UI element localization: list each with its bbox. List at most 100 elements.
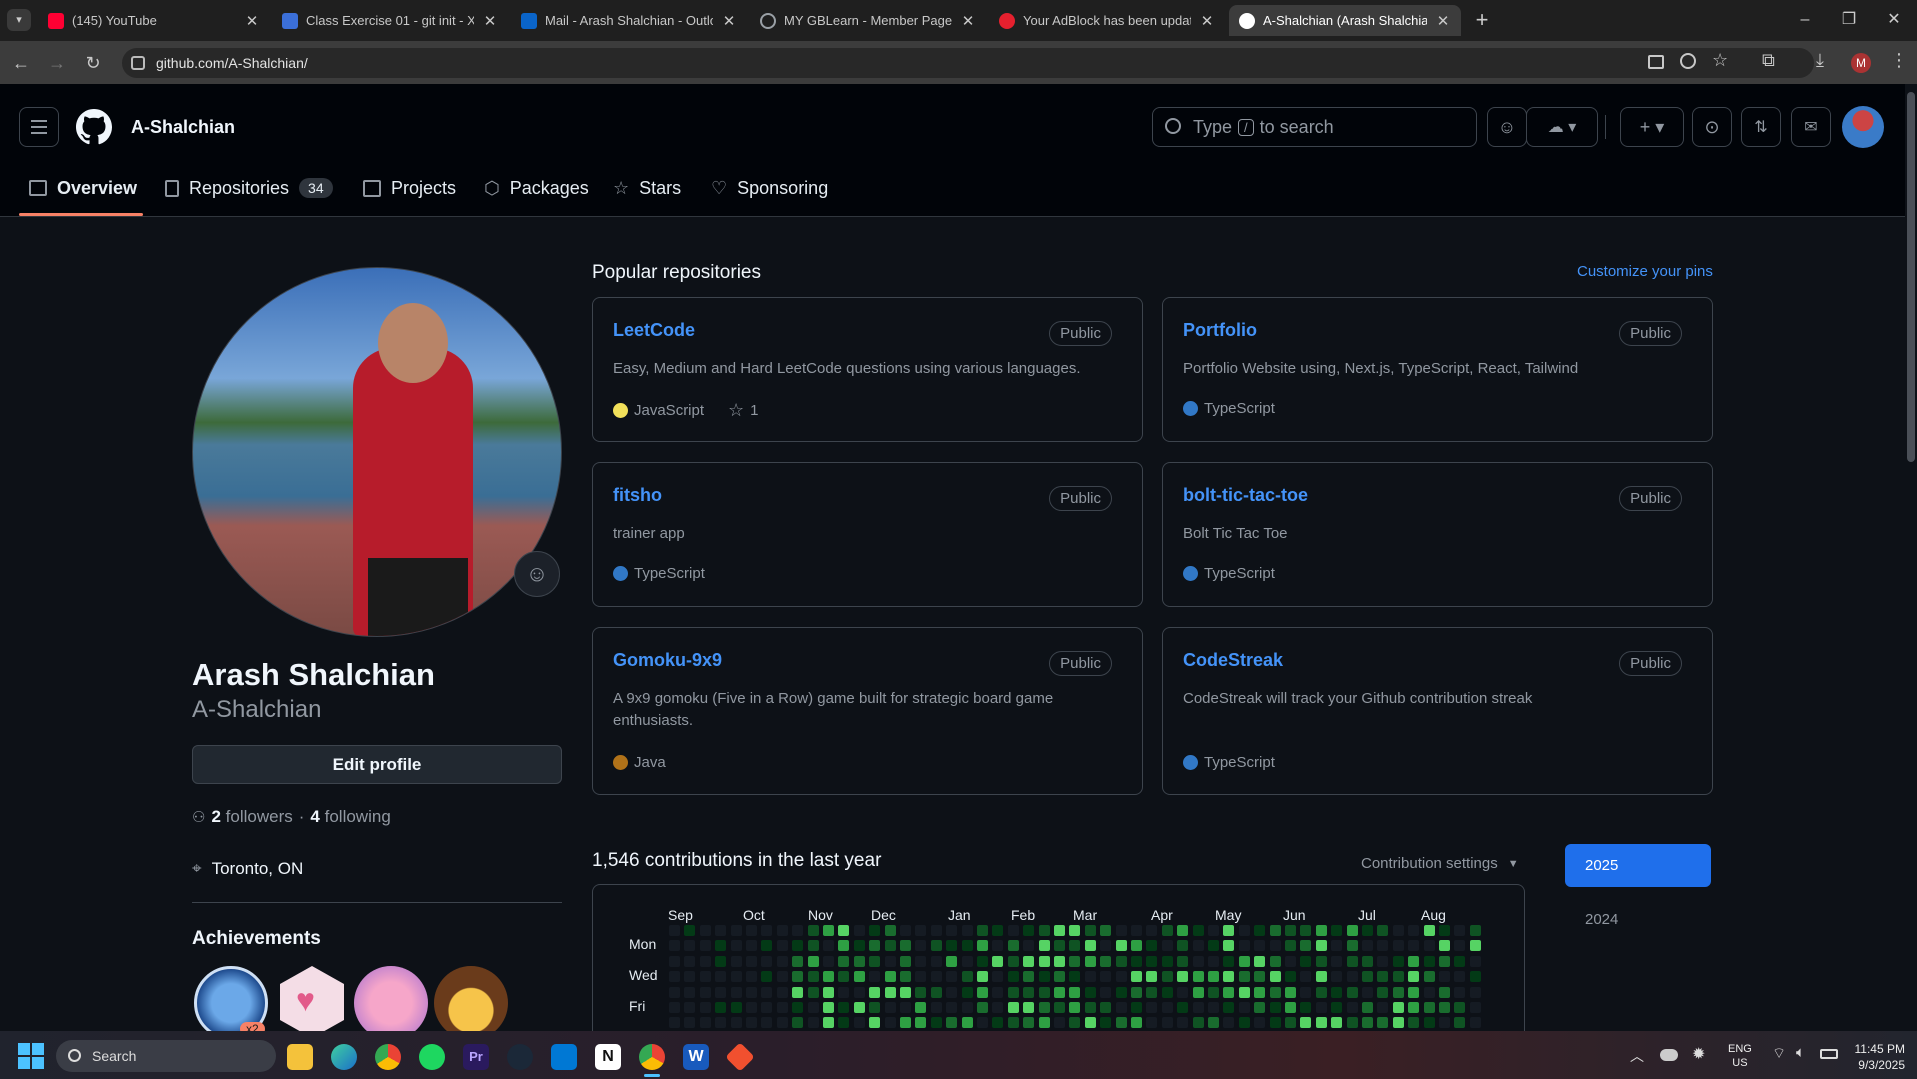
contribution-day-cell[interactable]	[1177, 940, 1189, 952]
contribution-day-cell[interactable]	[746, 925, 757, 936]
profile-photo[interactable]	[192, 267, 562, 637]
tab-packages[interactable]: ⬡ Packages	[484, 176, 589, 200]
achievement-cowboy-icon[interactable]	[434, 966, 508, 1040]
contribution-day-cell[interactable]	[838, 940, 850, 952]
contribution-day-cell[interactable]	[792, 925, 804, 936]
contribution-day-cell[interactable]	[823, 955, 834, 967]
contribution-day-cell[interactable]	[1439, 1017, 1450, 1029]
contribution-day-cell[interactable]	[1192, 1017, 1204, 1029]
browser-tab-xlis[interactable]: Class Exercise 01 - git init - XLIS ✕	[272, 5, 508, 36]
contribution-day-cell[interactable]	[699, 986, 711, 998]
browser-tab-gblearn[interactable]: MY GBLearn - Member Page ✕	[750, 5, 986, 36]
contribution-day-cell[interactable]	[1223, 971, 1235, 983]
contribution-day-cell[interactable]	[1315, 986, 1327, 998]
contribution-day-cell[interactable]	[1315, 971, 1327, 983]
contribution-day-cell[interactable]	[1115, 1017, 1127, 1029]
contribution-day-cell[interactable]	[1392, 925, 1404, 936]
contribution-day-cell[interactable]	[1177, 1017, 1189, 1029]
contribution-day-cell[interactable]	[746, 955, 757, 967]
contribution-day-cell[interactable]	[1023, 940, 1035, 952]
user-avatar-button[interactable]	[1842, 106, 1884, 148]
contribution-day-cell[interactable]	[946, 1017, 958, 1029]
tab-stars[interactable]: ☆ Stars	[613, 176, 681, 200]
spotify-icon[interactable]	[419, 1044, 445, 1070]
contribution-day-cell[interactable]	[1454, 955, 1466, 967]
contribution-day-cell[interactable]	[699, 925, 711, 936]
contribution-day-cell[interactable]	[684, 925, 696, 936]
contribution-day-cell[interactable]	[853, 986, 865, 998]
contribution-day-cell[interactable]	[761, 955, 773, 967]
contribution-day-cell[interactable]	[1192, 940, 1204, 952]
profile-avatar[interactable]: M	[1851, 53, 1871, 73]
contribution-day-cell[interactable]	[1007, 1002, 1019, 1013]
contribution-day-cell[interactable]	[807, 1017, 819, 1029]
contribution-day-cell[interactable]	[884, 1002, 896, 1013]
contribution-day-cell[interactable]	[1192, 955, 1204, 967]
contribution-day-cell[interactable]	[930, 955, 942, 967]
bookmark-star-icon[interactable]: ☆	[1712, 50, 1728, 71]
contribution-day-cell[interactable]	[853, 925, 865, 936]
contribution-day-cell[interactable]	[900, 940, 911, 952]
contribution-day-cell[interactable]	[1054, 925, 1065, 936]
contribution-day-cell[interactable]	[1392, 971, 1404, 983]
contribution-day-cell[interactable]	[915, 971, 927, 983]
contribution-day-cell[interactable]	[1362, 955, 1373, 967]
close-tab-icon[interactable]: ✕	[960, 12, 976, 30]
contribution-day-cell[interactable]	[1100, 940, 1112, 952]
contribution-day-cell[interactable]	[1285, 1002, 1296, 1013]
contribution-day-cell[interactable]	[1023, 986, 1035, 998]
contribution-day-cell[interactable]	[853, 940, 865, 952]
onedrive-icon[interactable]	[1660, 1049, 1678, 1061]
contribution-day-cell[interactable]	[1084, 986, 1096, 998]
contribution-day-cell[interactable]	[1223, 955, 1235, 967]
scrollbar-thumb[interactable]	[1907, 92, 1915, 462]
contribution-day-cell[interactable]	[1038, 1002, 1050, 1013]
contribution-day-cell[interactable]	[1285, 955, 1296, 967]
header-username[interactable]: A-Shalchian	[131, 117, 235, 138]
contribution-day-cell[interactable]	[1023, 971, 1035, 983]
contribution-day-cell[interactable]	[1146, 925, 1158, 936]
contribution-day-cell[interactable]	[746, 986, 757, 998]
contribution-day-cell[interactable]	[807, 986, 819, 998]
contribution-day-cell[interactable]	[1238, 940, 1250, 952]
contribution-day-cell[interactable]	[930, 971, 942, 983]
contribution-day-cell[interactable]	[699, 971, 711, 983]
contribution-day-cell[interactable]	[1454, 1017, 1466, 1029]
achievement-yolo-icon[interactable]	[354, 966, 428, 1040]
contribution-day-cell[interactable]	[715, 1017, 727, 1029]
contribution-day-cell[interactable]	[1392, 986, 1404, 998]
contribution-day-cell[interactable]	[1315, 925, 1327, 936]
contribution-day-cell[interactable]	[1131, 940, 1142, 952]
contribution-day-cell[interactable]	[977, 1002, 988, 1013]
tab-search-button[interactable]: ▾	[7, 9, 31, 31]
browser-tab-github[interactable]: A-Shalchian (Arash Shalchian) ✕	[1229, 5, 1461, 36]
contribution-day-cell[interactable]	[1346, 925, 1358, 936]
contribution-day-cell[interactable]	[792, 971, 804, 983]
contribution-day-cell[interactable]	[992, 1002, 1004, 1013]
contribution-day-cell[interactable]	[1131, 925, 1142, 936]
contribution-day-cell[interactable]	[1054, 1017, 1065, 1029]
tab-projects[interactable]: Projects	[363, 176, 456, 200]
contribution-day-cell[interactable]	[961, 1017, 973, 1029]
contribution-day-cell[interactable]	[1315, 1017, 1327, 1029]
contribution-day-cell[interactable]	[792, 1002, 804, 1013]
contribution-day-cell[interactable]	[1346, 1017, 1358, 1029]
contribution-day-cell[interactable]	[915, 925, 927, 936]
contribution-day-cell[interactable]	[1331, 971, 1343, 983]
contribution-day-cell[interactable]	[1362, 971, 1373, 983]
clock[interactable]: 11:45 PM 9/3/2025	[1845, 1041, 1905, 1073]
windows-start-icon[interactable]	[18, 1043, 44, 1069]
contribution-day-cell[interactable]	[1346, 955, 1358, 967]
contribution-day-cell[interactable]	[746, 971, 757, 983]
contribution-day-cell[interactable]	[1238, 955, 1250, 967]
contribution-day-cell[interactable]	[1315, 955, 1327, 967]
contribution-day-cell[interactable]	[1115, 925, 1127, 936]
contribution-day-cell[interactable]	[1146, 940, 1158, 952]
tab-sponsoring[interactable]: ♡ Sponsoring	[711, 176, 828, 200]
back-arrow-icon[interactable]: ←	[10, 52, 32, 74]
contribution-day-cell[interactable]	[1377, 925, 1389, 936]
contribution-day-cell[interactable]	[838, 1017, 850, 1029]
repo-name-link[interactable]: LeetCode	[613, 320, 695, 341]
contribution-day-cell[interactable]	[1177, 1002, 1189, 1013]
contribution-day-cell[interactable]	[977, 986, 988, 998]
